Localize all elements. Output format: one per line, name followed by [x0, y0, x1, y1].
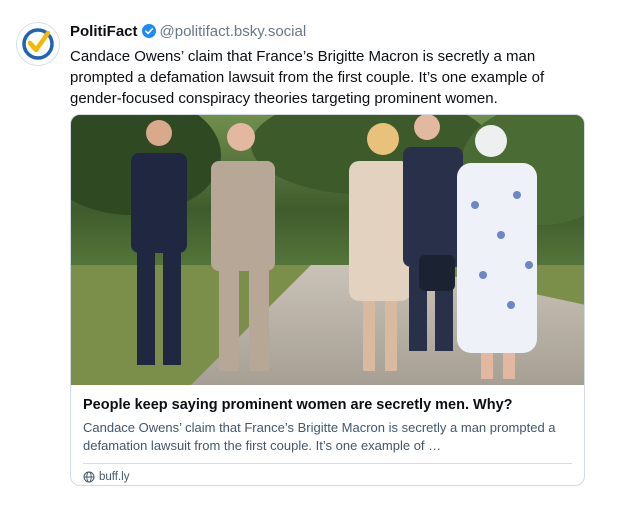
link-card-domain[interactable]: buff.ly — [99, 471, 129, 483]
link-card-description: Candace Owens’ claim that France’s Brigi… — [83, 420, 556, 453]
link-card-body: People keep saying prominent women are s… — [71, 385, 584, 485]
link-card-footer: buff.ly — [83, 464, 572, 485]
politifact-check-logo-icon — [22, 28, 54, 60]
link-card-image[interactable] — [71, 115, 584, 385]
author-handle[interactable]: @politifact.bsky.social — [160, 23, 307, 40]
post-text: Candace Owens’ claim that France’s Brigi… — [70, 48, 545, 107]
post-header: PolitiFact @politifact.bsky.social — [70, 20, 586, 42]
author-display-name[interactable]: PolitiFact — [70, 23, 138, 40]
link-card-title[interactable]: People keep saying prominent women are s… — [83, 395, 572, 415]
post-content: PolitiFact @politifact.bsky.social Canda… — [70, 20, 586, 109]
link-card[interactable]: People keep saying prominent women are s… — [70, 114, 585, 486]
globe-icon — [83, 471, 95, 483]
feed-post[interactable]: PolitiFact @politifact.bsky.social Canda… — [0, 0, 630, 520]
verified-check-icon[interactable] — [141, 24, 156, 38]
author-avatar[interactable] — [16, 22, 60, 66]
